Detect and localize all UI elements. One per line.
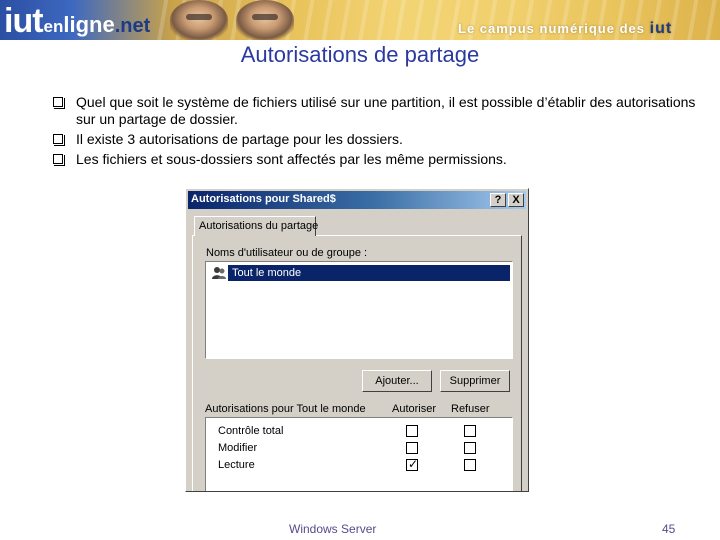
allow-checkbox[interactable] [406,425,418,437]
permission-row-read: Lecture [218,457,508,474]
footer-text: Windows Server [289,522,377,536]
add-button[interactable]: Ajouter... [362,370,432,392]
logo-net: .net [114,15,151,37]
close-button[interactable]: X [508,193,524,207]
square-bullet-icon [53,134,65,146]
permission-name: Contrôle total [218,425,284,437]
deny-checkbox[interactable] [464,425,476,437]
dialog-title: Autorisations pour Shared$ [191,193,336,205]
dialog-titlebar[interactable]: Autorisations pour Shared$ ? X [188,191,526,209]
square-bullet-icon [53,97,65,109]
list-item-everyone[interactable]: Tout le monde [208,264,510,282]
allow-checkbox[interactable] [406,457,418,471]
slide-title: Autorisations de partage [240,42,480,67]
permission-name: Modifier [218,442,258,454]
permissions-label: Autorisations pour Tout le monde [205,403,366,415]
student-photo-2 [236,0,294,40]
bullet-item: Il existe 3 autorisations de partage pou… [50,131,700,148]
banner-tagline: Le campus numérique des iut [458,20,672,38]
square-bullet-icon [53,154,65,166]
tagline-text: Le campus numérique des [458,21,645,36]
deny-header: Refuser [451,403,490,415]
tab-share-permissions[interactable]: Autorisations du partage [194,216,319,236]
remove-button[interactable]: Supprimer [440,370,510,392]
bullet-item: Les fichiers et sous-dossiers sont affec… [50,151,700,168]
bullet-text: Quel que soit le système de fichiers uti… [76,94,696,127]
bullet-list: Quel que soit le système de fichiers uti… [50,94,700,168]
users-label: Noms d'utilisateur ou de groupe : [206,247,368,259]
allow-checkbox[interactable] [406,442,418,454]
logo-ligne: ligne [63,12,115,37]
page-number: 45 [662,522,676,536]
permission-name: Lecture [218,459,255,471]
logo-en: en [43,17,64,36]
tab-label: Autorisations du partage [199,220,319,232]
permissions-list: Contrôle total Modifier Lecture [205,417,513,491]
tagline-iut: iut [649,20,673,37]
permission-row-full-control: Contrôle total [218,424,508,440]
allow-header: Autoriser [392,403,437,415]
permissions-dialog: Autorisations pour Shared$ ? X Autorisat… [185,188,529,492]
permission-row-modify: Modifier [218,441,508,457]
bullet-text: Les fichiers et sous-dossiers sont affec… [76,151,507,167]
deny-checkbox[interactable] [464,459,476,471]
header-banner: iut en ligne .net Le campus numérique de… [0,0,720,40]
user-name: Tout le monde [232,267,302,279]
help-button[interactable]: ? [490,193,506,207]
student-photo-1 [170,0,228,40]
bullet-item: Quel que soit le système de fichiers uti… [50,94,700,128]
group-icon [211,265,227,281]
users-listbox[interactable]: Tout le monde [205,261,513,359]
logo-iut: iut [4,2,44,40]
bullet-text: Il existe 3 autorisations de partage pou… [76,131,403,147]
iutenligne-logo[interactable]: iut en ligne .net [4,2,150,40]
deny-checkbox[interactable] [464,442,476,454]
